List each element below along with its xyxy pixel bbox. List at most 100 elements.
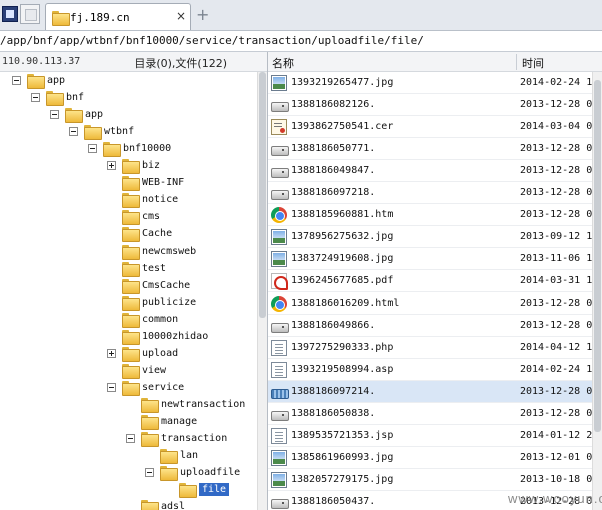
tree-node-label[interactable]: notice <box>142 194 178 205</box>
tree-node[interactable]: newtransaction <box>126 396 245 413</box>
tree-node[interactable]: upload <box>107 345 178 362</box>
current-path[interactable]: /app/bnf/app/wtbnf/bnf10000/service/tran… <box>0 34 424 47</box>
path-bar[interactable]: /app/bnf/app/wtbnf/bnf10000/service/tran… <box>0 31 602 52</box>
tree-node[interactable]: manage <box>126 413 197 430</box>
tree-node[interactable]: notice <box>107 191 178 209</box>
tree-scrollbar-thumb[interactable] <box>259 72 266 318</box>
close-icon[interactable]: × <box>176 9 186 23</box>
file-name[interactable]: 1388186050771. <box>291 143 375 154</box>
tree-node-label[interactable]: upload <box>142 348 178 359</box>
file-row[interactable]: 1393219508994.asp 2014-02-24 13 <box>268 359 592 381</box>
file-name[interactable]: 1388186082126. <box>291 99 375 110</box>
file-row[interactable]: 1388186097218. 2013-12-28 07 <box>268 182 592 205</box>
collapse-icon[interactable] <box>126 434 135 444</box>
tree-node[interactable]: service <box>107 379 184 396</box>
tree-node-label[interactable]: adsl <box>161 501 185 510</box>
file-row[interactable]: 1397275290333.php 2014-04-12 13 <box>268 337 592 359</box>
tree-node[interactable]: 10000zhidao <box>107 328 208 345</box>
file-name[interactable]: 1397275290333.php <box>291 342 393 353</box>
tree-node-label[interactable]: lan <box>180 450 198 461</box>
tree-node-label[interactable]: common <box>142 314 178 325</box>
file-name[interactable]: 1388186016209.html <box>291 298 399 309</box>
blank-tab[interactable] <box>20 4 40 24</box>
tree-node[interactable]: publicize <box>107 294 196 311</box>
tree-node-label[interactable]: bnf10000 <box>123 143 171 154</box>
collapse-icon[interactable] <box>107 382 116 392</box>
tree-node-label[interactable]: test <box>142 263 166 274</box>
tree-node-label[interactable]: 10000zhidao <box>142 331 208 342</box>
collapse-icon[interactable] <box>50 110 59 120</box>
tree-node-label[interactable]: wtbnf <box>104 126 134 137</box>
tree-node-label[interactable]: service <box>142 382 184 393</box>
tree-scrollbar[interactable] <box>257 72 267 510</box>
tree-node-label[interactable]: Cache <box>142 228 172 239</box>
column-header-time[interactable]: 时间 <box>522 55 544 71</box>
tree-node[interactable]: view <box>107 362 166 379</box>
tree-node-label[interactable]: bnf <box>66 92 84 103</box>
file-row[interactable]: 1378956275632.jpg 2013-09-12 11 <box>268 226 592 249</box>
tree-node[interactable]: WEB-INF <box>107 174 184 192</box>
file-name[interactable]: 1393219265477.jpg <box>291 77 393 88</box>
tree-node[interactable]: transaction <box>126 430 227 448</box>
tree-node-label[interactable]: newcmsweb <box>142 246 196 257</box>
file-name[interactable]: 1393219508994.asp <box>291 364 393 375</box>
tab-fj-189-cn[interactable]: fj.189.cn × <box>45 3 191 30</box>
file-name[interactable]: 1388186049866. <box>291 320 375 331</box>
file-row[interactable]: 1388186082126. 2013-12-28 07 <box>268 94 592 117</box>
file-row[interactable]: 1388186050838. 2013-12-28 07 <box>268 403 592 425</box>
file-name[interactable]: 1388186049847. <box>291 165 375 176</box>
file-name[interactable]: 1393862750541.cer <box>291 121 393 132</box>
file-row[interactable]: 1388186049866. 2013-12-28 07 <box>268 315 592 337</box>
collapse-icon[interactable] <box>145 468 154 478</box>
tree-node[interactable]: Cache <box>107 225 172 243</box>
tree-node[interactable]: test <box>107 260 166 277</box>
column-divider[interactable] <box>516 54 517 70</box>
tree-node[interactable]: CmsCache <box>107 277 190 294</box>
tree-node[interactable]: bnf <box>31 89 84 107</box>
column-header-name[interactable]: 名称 <box>272 55 294 71</box>
tree-node-label[interactable]: app <box>85 109 103 120</box>
file-name[interactable]: 1383724919608.jpg <box>291 253 393 264</box>
tree-node[interactable]: cms <box>107 208 160 226</box>
tree-node-label[interactable]: uploadfile <box>180 467 240 478</box>
file-row[interactable]: 1382057279175.jpg 2013-10-18 08 <box>268 469 592 491</box>
file-row[interactable]: 1388186016209.html 2013-12-28 07 <box>268 293 592 315</box>
file-name[interactable]: 1388186050437. <box>291 496 375 507</box>
tree-node-label[interactable]: manage <box>161 416 197 427</box>
file-name[interactable]: 1396245677685.pdf <box>291 275 393 286</box>
app-icon[interactable] <box>2 6 18 22</box>
collapse-icon[interactable] <box>69 127 78 137</box>
file-name[interactable]: 1388186097214. <box>291 386 375 397</box>
tree-node-label[interactable]: biz <box>142 160 160 171</box>
tree-node[interactable]: uploadfile <box>145 464 240 482</box>
tree-node-label[interactable]: publicize <box>142 297 196 308</box>
file-row[interactable]: 1388185960881.htm 2013-12-28 07 <box>268 204 592 227</box>
tree-node-label[interactable]: WEB-INF <box>142 177 184 188</box>
file-name[interactable]: 1385861960993.jpg <box>291 452 393 463</box>
file-row[interactable]: 1385861960993.jpg 2013-12-01 09 <box>268 447 592 469</box>
tree-node[interactable]: adsl <box>126 498 185 510</box>
file-name[interactable]: 1388185960881.htm <box>291 209 393 220</box>
tree-node[interactable]: biz <box>107 157 160 175</box>
file-name[interactable]: 1389535721353.jsp <box>291 430 393 441</box>
file-name[interactable]: 1382057279175.jpg <box>291 474 393 485</box>
file-row[interactable]: 1393862750541.cer 2014-03-04 00 <box>268 116 592 139</box>
file-row[interactable]: 1396245677685.pdf 2014-03-31 14 <box>268 270 592 293</box>
tree-node[interactable]: wtbnf <box>69 123 134 141</box>
add-tab-button[interactable]: + <box>196 5 209 24</box>
tree-node-label[interactable]: view <box>142 365 166 376</box>
tree-node-label[interactable]: newtransaction <box>161 399 245 410</box>
tree-node[interactable]: app <box>50 106 103 124</box>
collapse-icon[interactable] <box>12 76 21 85</box>
file-row[interactable]: 1389535721353.jsp 2014-01-12 22 <box>268 425 592 447</box>
file-list-scrollbar[interactable] <box>592 72 602 510</box>
tree-node[interactable]: lan <box>145 447 198 465</box>
file-row[interactable]: 1393219265477.jpg 2014-02-24 13 <box>268 72 592 94</box>
expand-icon[interactable] <box>107 161 116 171</box>
tree-node[interactable]: file <box>164 481 230 499</box>
file-row[interactable]: 1383724919608.jpg 2013-11-06 16 <box>268 248 592 271</box>
tree-node[interactable]: common <box>107 311 178 328</box>
collapse-icon[interactable] <box>88 144 97 154</box>
expand-icon[interactable] <box>107 348 116 358</box>
tree-node-label[interactable]: transaction <box>161 433 227 444</box>
